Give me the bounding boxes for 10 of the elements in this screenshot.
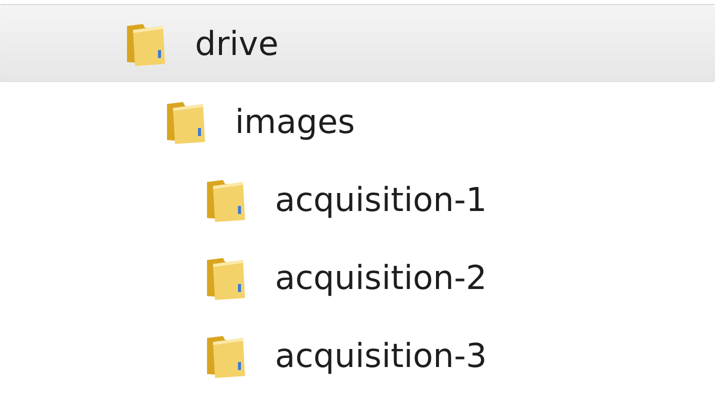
tree-item[interactable]: acquisition-2 (0, 238, 715, 316)
tree-item[interactable]: acquisition-3 (0, 316, 715, 394)
tree-item[interactable]: drive (0, 4, 715, 82)
folder-name: acquisition-3 (275, 336, 487, 374)
folder-name: images (235, 102, 355, 140)
tree-item[interactable]: acquisition-1 (0, 160, 715, 238)
folder-name: acquisition-1 (275, 180, 487, 218)
tree-item[interactable]: images (0, 82, 715, 160)
folder-name: acquisition-2 (275, 258, 487, 296)
folder-name: drive (195, 24, 279, 62)
